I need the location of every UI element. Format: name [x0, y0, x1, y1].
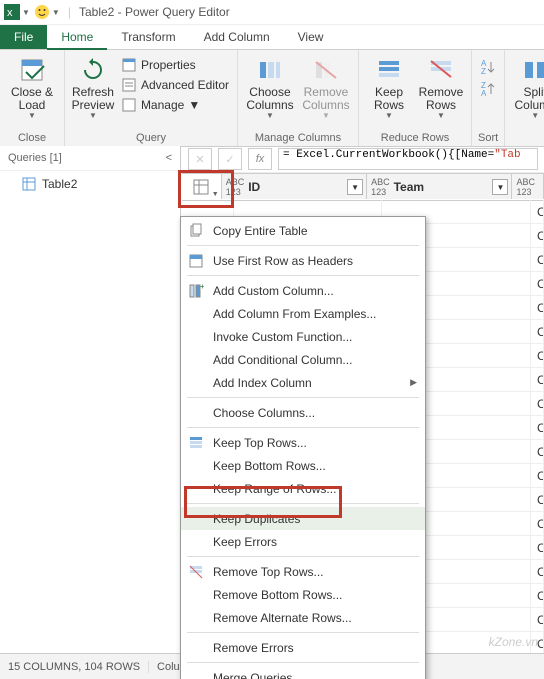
ctx-keep-duplicates[interactable]: Keep Duplicates	[181, 507, 425, 530]
manage-icon	[121, 97, 137, 113]
ctx-keep-bottom[interactable]: Keep Bottom Rows...	[181, 454, 425, 477]
remove-columns-icon	[312, 56, 340, 84]
copy-icon	[187, 222, 205, 240]
ctx-remove-bottom[interactable]: Remove Bottom Rows...	[181, 583, 425, 606]
column-header-next[interactable]: ABC123	[512, 174, 544, 199]
split-column-icon	[521, 56, 544, 84]
filter-dropdown-icon[interactable]: ▼	[347, 179, 363, 195]
svg-text:Z: Z	[481, 67, 486, 76]
remove-rows-button[interactable]: Remove Rows▼	[417, 54, 465, 121]
query-item[interactable]: Table2	[0, 171, 180, 197]
window-title: Table2 - Power Query Editor	[79, 5, 230, 19]
dropdown-icon: ▼	[531, 112, 539, 121]
column-header-id[interactable]: ABC123 ID ▼	[222, 174, 367, 199]
fx-button[interactable]: fx	[248, 148, 272, 170]
split-column-button[interactable]: Split Column▼	[511, 54, 544, 121]
group-query: Query	[71, 130, 231, 144]
keep-rows-icon	[375, 56, 403, 84]
add-column-icon: +	[187, 282, 205, 300]
dropdown-icon: ▼	[266, 112, 274, 121]
advanced-editor-icon	[121, 77, 137, 93]
column-header-team[interactable]: ABC123 Team ▼	[367, 174, 512, 199]
ctx-merge-queries[interactable]: Merge Queries...	[181, 666, 425, 679]
formula-bar[interactable]: = Excel.CurrentWorkbook(){[Name="Tab	[278, 148, 538, 170]
smiley-icon[interactable]	[34, 4, 50, 20]
type-icon: ABC123	[516, 177, 535, 197]
table-menu-button[interactable]: ▼	[182, 174, 222, 199]
refresh-icon	[79, 56, 107, 84]
keep-rows-button[interactable]: Keep Rows▼	[365, 54, 413, 121]
menu-home[interactable]: Home	[47, 25, 107, 50]
keep-rows-icon	[187, 434, 205, 452]
dropdown-icon: ▼	[385, 112, 393, 121]
cancel-formula-button[interactable]: ✕	[188, 148, 212, 170]
ctx-keep-range[interactable]: Keep Range of Rows...	[181, 477, 425, 500]
menu-file[interactable]: File	[0, 25, 47, 49]
remove-columns-button[interactable]: Remove Columns▼	[300, 54, 352, 121]
group-manage-columns: Manage Columns	[244, 130, 352, 144]
properties-button[interactable]: Properties	[119, 56, 231, 74]
close-load-button[interactable]: Close & Load▼	[6, 54, 58, 121]
qat-customize-icon[interactable]: ▼	[52, 8, 60, 17]
dropdown-icon: ▼	[89, 112, 97, 121]
ctx-keep-top[interactable]: Keep Top Rows...	[181, 431, 425, 454]
collapse-icon[interactable]: <	[166, 152, 172, 164]
excel-logo-icon: x	[4, 4, 20, 20]
remove-rows-icon	[427, 56, 455, 84]
ctx-add-column-examples[interactable]: Add Column From Examples...	[181, 302, 425, 325]
status-rowcount: 15 COLUMNS, 104 ROWS	[0, 661, 149, 673]
properties-icon	[121, 57, 137, 73]
menu-add-column[interactable]: Add Column	[190, 25, 284, 49]
ctx-add-custom-column[interactable]: +Add Custom Column...	[181, 279, 425, 302]
advanced-editor-button[interactable]: Advanced Editor	[119, 76, 231, 94]
ctx-choose-columns[interactable]: Choose Columns...	[181, 401, 425, 424]
menu-view[interactable]: View	[284, 25, 338, 49]
watermark: kZone.vn	[489, 635, 538, 649]
ctx-remove-alternate[interactable]: Remove Alternate Rows...	[181, 606, 425, 629]
group-close: Close	[6, 130, 58, 144]
svg-text:A: A	[481, 89, 487, 98]
accept-formula-button[interactable]: ✓	[218, 148, 242, 170]
ctx-remove-top[interactable]: Remove Top Rows...	[181, 560, 425, 583]
dropdown-icon: ▼	[322, 112, 330, 121]
submenu-arrow-icon: ▶	[410, 377, 417, 388]
table-context-menu: Copy Entire Table Use First Row as Heade…	[180, 216, 426, 679]
group-reduce-rows: Reduce Rows	[365, 130, 465, 144]
svg-text:x: x	[7, 7, 13, 19]
refresh-preview-button[interactable]: Refresh Preview▼	[71, 54, 115, 121]
ctx-first-row-headers[interactable]: Use First Row as Headers	[181, 249, 425, 272]
title-separator: |	[68, 5, 71, 19]
qat-dropdown-icon[interactable]: ▼	[22, 8, 30, 17]
ctx-keep-errors[interactable]: Keep Errors	[181, 530, 425, 553]
choose-columns-icon	[256, 56, 284, 84]
svg-text:+: +	[200, 283, 204, 291]
manage-button[interactable]: Manage ▼	[119, 96, 231, 114]
close-load-icon	[18, 56, 46, 84]
sort-asc-button[interactable]: AZ	[479, 58, 497, 76]
group-sort: Sort	[478, 130, 498, 144]
headers-icon	[187, 252, 205, 270]
sort-desc-button[interactable]: ZA	[479, 80, 497, 98]
dropdown-icon: ▼	[437, 112, 445, 121]
ctx-add-index[interactable]: Add Index Column▶	[181, 371, 425, 394]
ctx-remove-errors[interactable]: Remove Errors	[181, 636, 425, 659]
menu-transform[interactable]: Transform	[107, 25, 189, 49]
dropdown-icon: ▼	[28, 112, 36, 121]
filter-dropdown-icon[interactable]: ▼	[492, 179, 508, 195]
ctx-add-conditional[interactable]: Add Conditional Column...	[181, 348, 425, 371]
remove-rows-icon	[187, 563, 205, 581]
ctx-copy-table[interactable]: Copy Entire Table	[181, 219, 425, 242]
queries-header: Queries [1]<	[0, 146, 180, 171]
dropdown-icon: ▼	[188, 98, 200, 112]
type-icon: ABC123	[226, 177, 245, 197]
table-icon	[22, 177, 36, 191]
ctx-invoke-function[interactable]: Invoke Custom Function...	[181, 325, 425, 348]
type-icon: ABC123	[371, 177, 390, 197]
choose-columns-button[interactable]: Choose Columns▼	[244, 54, 296, 121]
